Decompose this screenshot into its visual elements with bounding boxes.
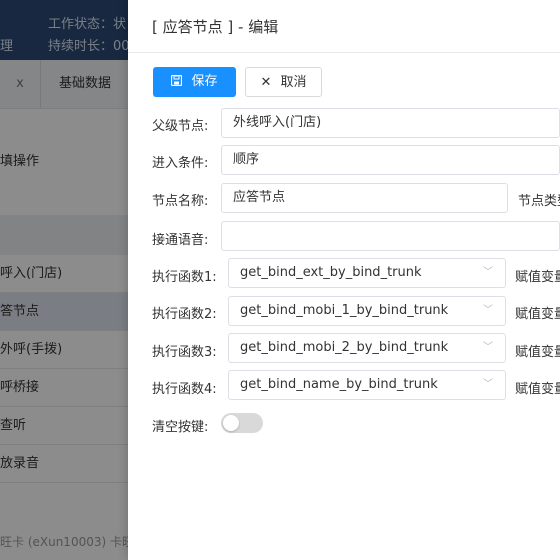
save-label: 保存: [191, 74, 218, 89]
node-name-label: 节点名称:: [152, 194, 209, 209]
chevron-down-icon: ﹀: [483, 267, 493, 278]
function-4-label: 执行函数4:: [152, 382, 217, 397]
function-3-value: get_bind_mobi_2_by_bind_trunk: [240, 340, 449, 355]
function-2-value: get_bind_mobi_1_by_bind_trunk: [240, 303, 449, 318]
close-icon: ✕: [260, 75, 272, 90]
voice-label: 接通语音:: [152, 233, 209, 248]
save-button[interactable]: 保存: [153, 67, 236, 97]
function-1-value: get_bind_ext_by_bind_trunk: [240, 265, 422, 280]
node-name-input[interactable]: 应答节点: [221, 183, 508, 213]
function-4-value: get_bind_name_by_bind_trunk: [240, 377, 438, 392]
clear-keys-toggle[interactable]: [221, 413, 263, 433]
function-1-label: 执行函数1:: [152, 270, 217, 285]
voice-input[interactable]: [221, 221, 560, 251]
assign-variable-label: 赋值变量: [515, 307, 560, 322]
condition-label: 进入条件:: [152, 156, 209, 171]
parent-node-label: 父级节点:: [152, 119, 209, 134]
assign-variable-label: 赋值变量: [515, 270, 560, 285]
save-icon: [171, 67, 183, 97]
divider: [128, 52, 560, 53]
drawer-title: [ 应答节点 ] - 编辑: [152, 18, 279, 36]
function-4-select[interactable]: get_bind_name_by_bind_trunk ﹀: [228, 370, 506, 400]
chevron-down-icon: ﹀: [483, 305, 493, 316]
edit-drawer: [ 应答节点 ] - 编辑 保存 ✕ 取消 父级节点: 外线呼入(门店) 进入条件…: [128, 0, 560, 560]
function-1-select[interactable]: get_bind_ext_by_bind_trunk ﹀: [228, 258, 506, 288]
function-3-label: 执行函数3:: [152, 345, 217, 360]
parent-node-field[interactable]: 外线呼入(门店): [221, 108, 560, 138]
condition-field[interactable]: 顺序: [221, 145, 560, 175]
function-2-select[interactable]: get_bind_mobi_1_by_bind_trunk ﹀: [228, 296, 506, 326]
clear-keys-label: 清空按键:: [152, 420, 209, 435]
node-type-label: 节点类型: [518, 194, 560, 209]
cancel-label: 取消: [280, 75, 307, 90]
chevron-down-icon: ﹀: [483, 342, 493, 353]
toggle-knob: [223, 415, 239, 431]
assign-variable-label: 赋值变量: [515, 382, 560, 397]
cancel-button[interactable]: ✕ 取消: [245, 67, 322, 97]
function-3-select[interactable]: get_bind_mobi_2_by_bind_trunk ﹀: [228, 333, 506, 363]
assign-variable-label: 赋值变量: [515, 345, 560, 360]
function-2-label: 执行函数2:: [152, 307, 217, 322]
chevron-down-icon: ﹀: [483, 379, 493, 390]
